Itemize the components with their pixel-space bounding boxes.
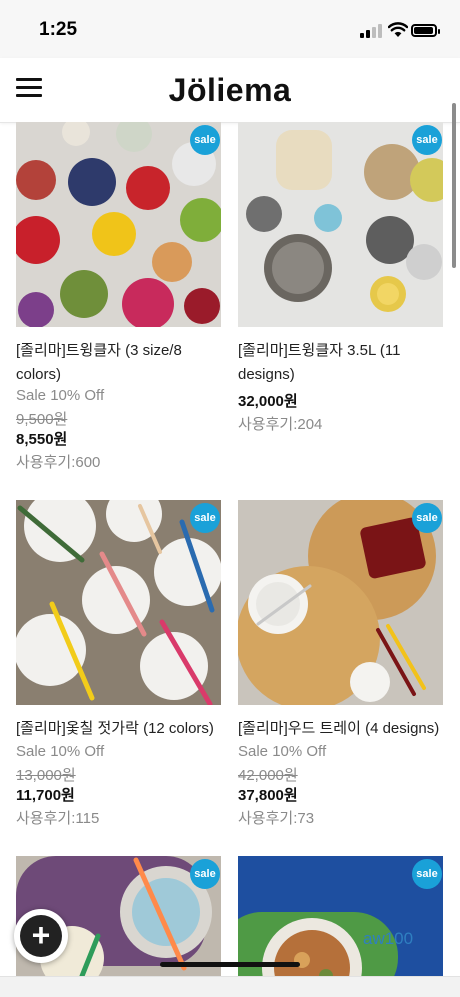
product-name[interactable]: [졸리마]옻칠 젓가락 (12 colors) [16,717,221,741]
battery-icon [411,24,440,37]
home-indicator[interactable] [160,962,300,967]
fab-circle: + [20,915,62,957]
review-count: 사용후기:73 [238,810,315,827]
product-image[interactable]: sale [16,122,221,327]
sale-label: Sale 10% Off [16,743,105,760]
product-name[interactable]: [졸리마]우드 트레이 (4 designs) [238,717,443,741]
browser-bottom-bar [0,976,460,997]
sale-label: Sale 10% Off [16,387,105,404]
scrollbar-thumb[interactable] [452,103,456,268]
status-bar: 1:25 [0,0,460,58]
sale-badge: sale [412,503,442,533]
review-count: 사용후기:600 [16,454,101,471]
product-name[interactable]: [졸리마]트윙클자 3.5L (11 designs) [238,339,443,387]
sale-price: 37,800원 [238,787,298,804]
sale-badge: sale [190,859,220,889]
original-price: 42,000원 [238,767,298,784]
brand-logo[interactable]: Jöliema [0,72,460,109]
product-image[interactable]: sale [238,856,443,976]
plus-icon: + [31,917,51,953]
wifi-icon [388,22,408,37]
product-image[interactable]: sale [238,500,443,705]
sale-badge: sale [190,503,220,533]
review-count: 사용후기:204 [238,416,323,433]
sale-label: Sale 10% Off [238,743,327,760]
sale-price: 8,550원 [16,431,68,448]
cellular-signal-icon [360,24,382,38]
sale-price: 11,700원 [16,787,75,804]
sale-badge: sale [412,859,442,889]
original-price: 13,000원 [16,767,76,784]
add-floating-button[interactable]: + [14,909,68,963]
product-image[interactable]: sale [16,500,221,705]
sale-badge: sale [412,125,442,155]
original-price: 9,500원 [16,411,68,428]
product-image[interactable]: sale [238,122,443,327]
watermark-text: aw100 [363,929,414,948]
sale-price: 32,000원 [238,393,298,410]
product-name[interactable]: [졸리마]트윙클자 (3 size/8 colors) [16,339,221,387]
app-header: Jöliema [0,58,460,123]
review-count: 사용후기:115 [16,810,100,827]
sale-badge: sale [190,125,220,155]
status-time: 1:25 [39,19,78,40]
